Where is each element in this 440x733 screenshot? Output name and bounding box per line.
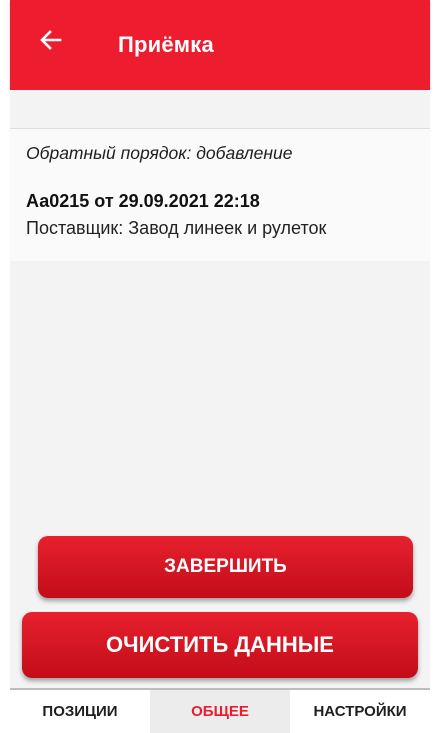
header-spacer — [10, 90, 430, 129]
tab-settings[interactable]: НАСТРОЙКИ — [290, 690, 430, 733]
arrow-left-icon[interactable] — [38, 27, 64, 53]
page-title: Приёмка — [118, 32, 214, 57]
supplier-text: Поставщик: Завод линеек и рулеток — [26, 218, 327, 238]
app-bar: Приёмка — [10, 0, 430, 90]
sort-order-text: Обратный порядок: добавление — [26, 143, 293, 163]
bottom-tab-bar: ПОЗИЦИИ ОБЩЕЕ НАСТРОЙКИ — [10, 688, 430, 733]
clear-data-button[interactable]: ОЧИСТИТЬ ДАННЫЕ — [22, 612, 418, 678]
document-number-date: Аа0215 от 29.09.2021 22:18 — [26, 191, 260, 211]
tab-positions[interactable]: ПОЗИЦИИ — [10, 690, 150, 733]
finish-button[interactable]: ЗАВЕРШИТЬ — [38, 536, 413, 598]
tab-general[interactable]: ОБЩЕЕ — [150, 690, 290, 733]
